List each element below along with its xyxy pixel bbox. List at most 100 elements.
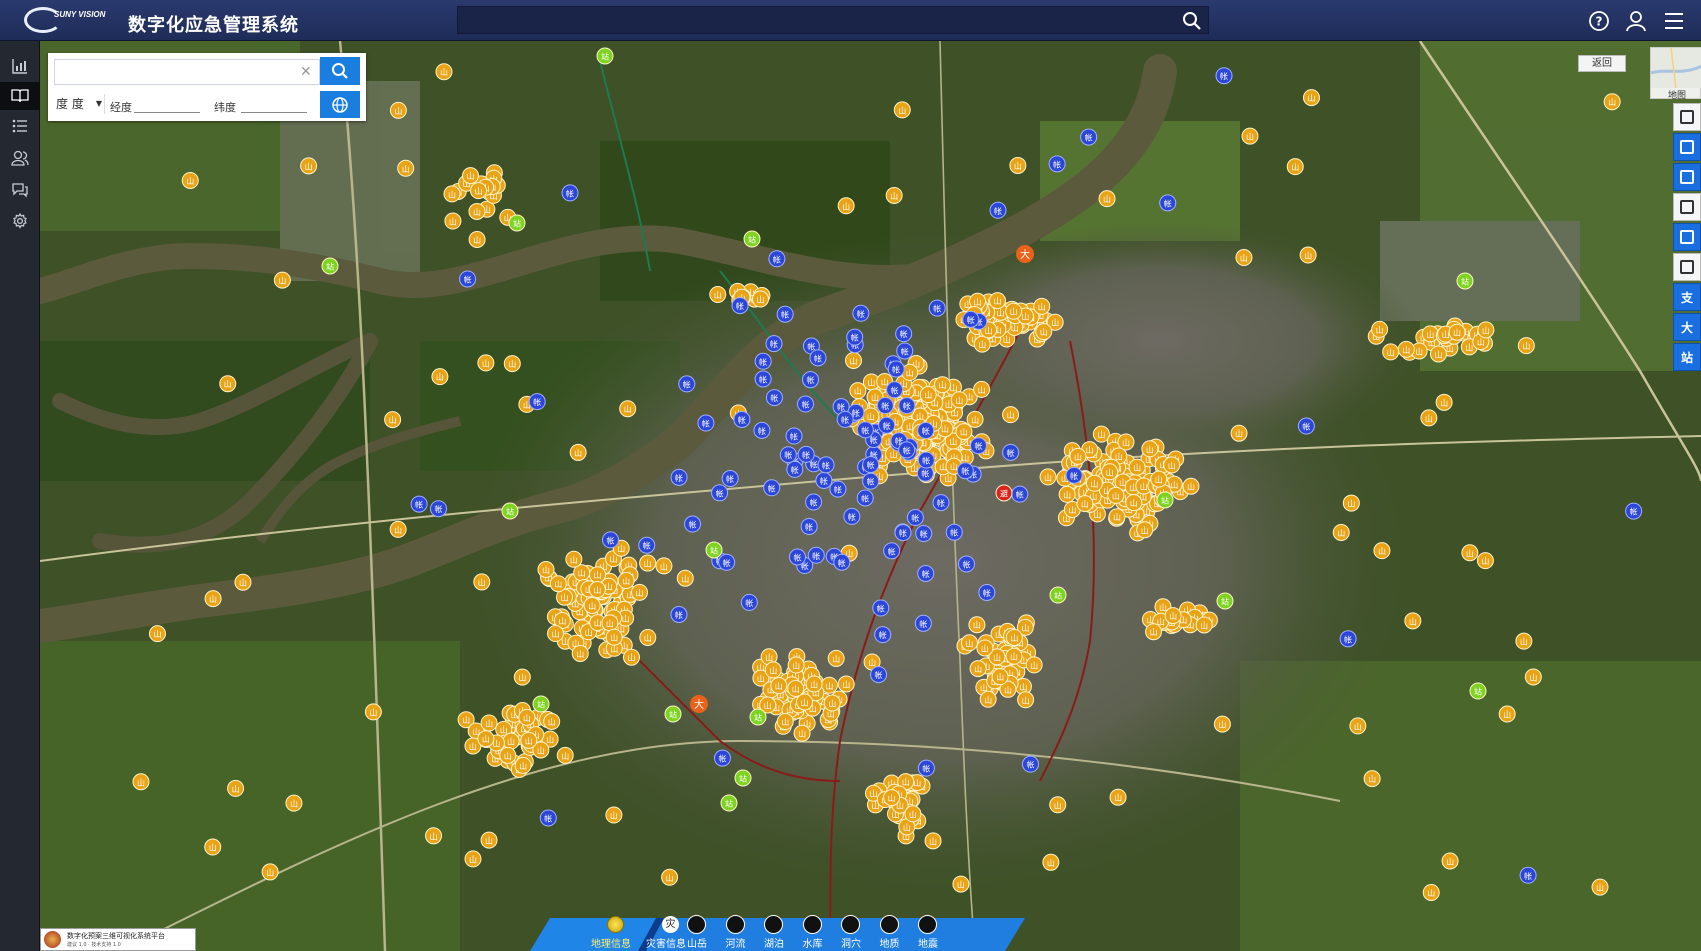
marker-blue[interactable]: 帐 [932, 494, 950, 512]
marker-red[interactable]: 避 [995, 484, 1013, 502]
marker-blue[interactable]: 帐 [887, 360, 905, 378]
marker-blue[interactable]: 帐 [917, 451, 935, 469]
marker-blue[interactable]: 帐 [833, 553, 851, 571]
marker-blue[interactable]: 帐 [896, 342, 914, 360]
tool-station[interactable]: 站 [1673, 343, 1701, 371]
marker-orange[interactable]: 山 [776, 713, 794, 731]
marker-orange[interactable]: 山 [514, 756, 532, 774]
marker-green[interactable]: 站 [1469, 682, 1487, 700]
marker-orange[interactable]: 山 [1342, 494, 1360, 512]
marker-orange[interactable]: 山 [849, 382, 867, 400]
marker-blue[interactable]: 帐 [754, 370, 772, 388]
marker-orange[interactable]: 山 [955, 423, 973, 441]
marker-blue[interactable]: 帐 [1625, 502, 1643, 520]
marker-orange[interactable]: 山 [601, 614, 619, 632]
longitude-input[interactable] [134, 99, 200, 113]
marker-blue[interactable]: 帐 [876, 397, 894, 415]
marker-blue[interactable]: 帐 [1215, 67, 1233, 85]
marker-blue[interactable]: 帐 [978, 583, 996, 601]
marker-orange[interactable]: 山 [1145, 623, 1163, 641]
marker-green[interactable]: 站 [720, 794, 738, 812]
marker-orange[interactable]: 山 [1363, 770, 1381, 788]
marker-blue[interactable]: 帐 [754, 352, 772, 370]
marker-orange[interactable]: 山 [709, 285, 727, 303]
marker-orange[interactable]: 山 [204, 590, 222, 608]
marker-green[interactable]: 站 [532, 695, 550, 713]
marker-green[interactable]: 站 [743, 230, 761, 248]
marker-green[interactable]: 站 [321, 257, 339, 275]
marker-orange[interactable]: 山 [1136, 521, 1154, 539]
marker-orange[interactable]: 山 [1213, 715, 1231, 733]
top-search-field[interactable] [457, 6, 1209, 34]
marker-orange[interactable]: 山 [234, 573, 252, 591]
marker-orange[interactable]: 山 [1150, 470, 1168, 488]
search-icon[interactable] [1182, 11, 1202, 31]
marker-blue[interactable]: 帐 [753, 421, 771, 439]
marker-orange[interactable]: 山 [227, 779, 245, 797]
marker-blue[interactable]: 帐 [561, 184, 579, 202]
marker-blue[interactable]: 帐 [459, 270, 477, 288]
marker-orange[interactable]: 山 [464, 850, 482, 868]
category-cave[interactable]: 洞穴 [834, 914, 870, 950]
marker-blue[interactable]: 帐 [856, 489, 874, 507]
marker-orange[interactable]: 山 [1435, 393, 1453, 411]
marker-blue[interactable]: 帐 [1002, 443, 1020, 461]
marker-blue[interactable]: 帐 [872, 599, 890, 617]
marker-orange[interactable]: 山 [1397, 340, 1415, 358]
marker-blue[interactable]: 帐 [602, 531, 620, 549]
marker-orange[interactable]: 山 [952, 875, 970, 893]
marker-orange[interactable]: 山 [1498, 705, 1516, 723]
marker-blue[interactable]: 帐 [917, 422, 935, 440]
sidebar-item-statistics[interactable] [0, 52, 40, 80]
marker-orange[interactable]: 山 [764, 661, 782, 679]
marker-orange[interactable]: 山 [1461, 544, 1479, 562]
marker-orange[interactable]: 山 [1476, 552, 1494, 570]
marker-blue[interactable]: 帐 [796, 395, 814, 413]
marker-blue[interactable]: 帐 [797, 445, 815, 463]
marker-orange[interactable]: 山 [503, 355, 521, 373]
marker-orange[interactable]: 山 [805, 675, 823, 693]
marker-orange[interactable]: 山 [1195, 616, 1213, 634]
marker-orange[interactable]: 山 [219, 375, 237, 393]
marker-blue[interactable]: 帐 [898, 441, 916, 459]
marker-orange[interactable]: 山 [543, 712, 561, 730]
sidebar-item-list[interactable] [0, 112, 40, 140]
marker-orange[interactable]: 山 [480, 831, 498, 849]
marker-orange[interactable]: 山 [968, 616, 986, 634]
marker-blue[interactable]: 帐 [800, 517, 818, 535]
marker-orange[interactable]: 山 [1373, 542, 1391, 560]
marker-blue[interactable]: 帐 [914, 614, 932, 632]
marker-orange[interactable]: 山 [960, 634, 978, 652]
marker-orange[interactable]: 山 [1441, 852, 1459, 870]
category-lake[interactable]: 湖泊 [757, 914, 793, 950]
marker-orange[interactable]: 山 [1035, 323, 1053, 341]
marker-orange[interactable]: 山 [1107, 486, 1125, 504]
marker-blue[interactable]: 帐 [768, 250, 786, 268]
category-reservoir[interactable]: 水库 [796, 914, 832, 950]
tool-crowd[interactable] [1673, 223, 1701, 251]
marker-orange[interactable]: 山 [1117, 433, 1135, 451]
marker-blue[interactable]: 帐 [898, 397, 916, 415]
marker-orange[interactable]: 山 [883, 789, 901, 807]
marker-blue[interactable]: 帐 [817, 456, 835, 474]
marker-blue[interactable]: 帐 [928, 299, 946, 317]
category-earthquake[interactable]: 地震 [911, 914, 947, 950]
marker-orange[interactable]: 山 [1517, 337, 1535, 355]
marker-orange[interactable]: 山 [845, 351, 863, 369]
marker-blue[interactable]: 帐 [846, 328, 864, 346]
marker-orange[interactable]: 山 [473, 573, 491, 591]
marker-orange[interactable]: 山 [979, 690, 997, 708]
sidebar-item-users[interactable] [0, 144, 40, 172]
marker-blue[interactable]: 帐 [430, 500, 448, 518]
marker-orange[interactable]: 山 [823, 694, 841, 712]
marker-orange[interactable]: 山 [300, 157, 318, 175]
marker-blue[interactable]: 帐 [713, 749, 731, 767]
marker-orange[interactable]: 山 [655, 557, 673, 575]
marker-orange[interactable]: 山 [589, 566, 607, 584]
marker-orange[interactable]: 山 [933, 376, 951, 394]
marker-orange[interactable]: 山 [639, 554, 657, 572]
marker-blue[interactable]: 帐 [894, 524, 912, 542]
marker-orange[interactable]: 山 [397, 159, 415, 177]
marker-blue[interactable]: 帐 [915, 525, 933, 543]
marker-blue[interactable]: 帐 [678, 375, 696, 393]
